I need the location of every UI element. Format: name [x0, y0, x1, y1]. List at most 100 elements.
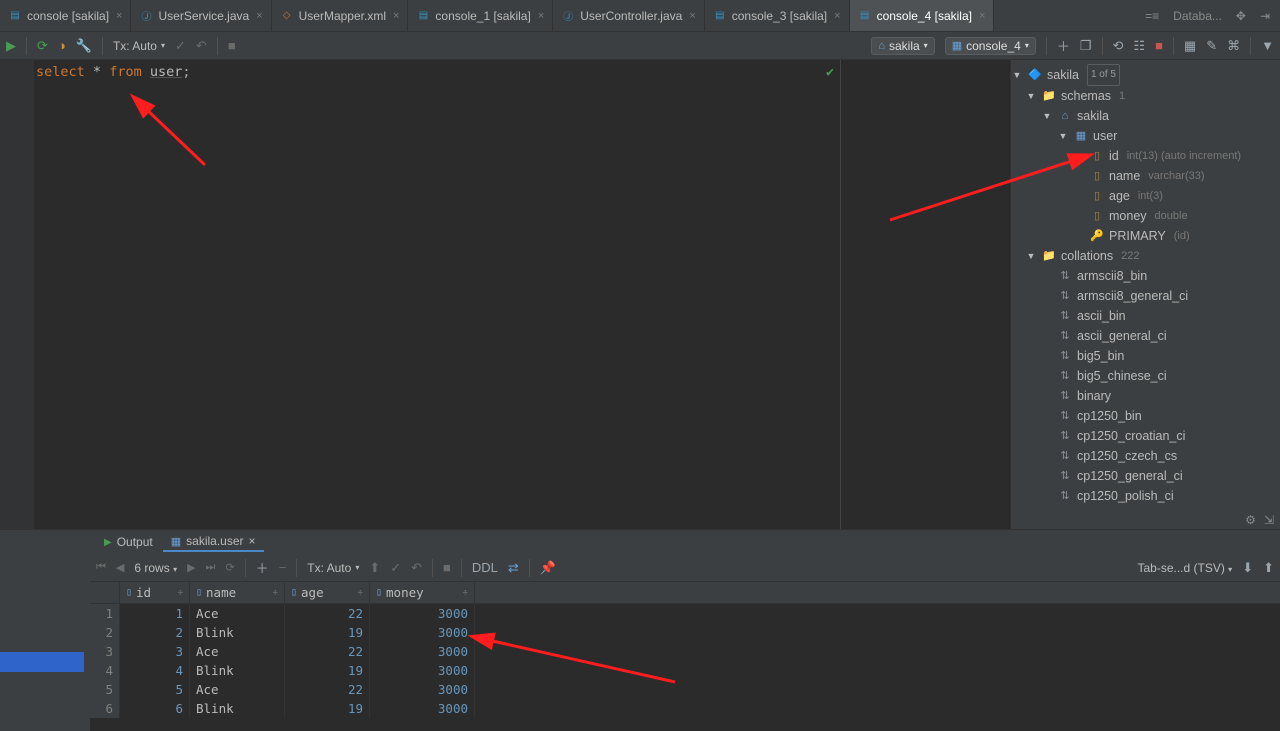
cell-id[interactable]: 5 [120, 680, 190, 699]
tree-schema[interactable]: ▼⌂sakila [1011, 106, 1280, 126]
tree-column[interactable]: ▯namevarchar(33) [1011, 166, 1280, 186]
cell-money[interactable]: 3000 [370, 680, 475, 699]
editor-tab[interactable]: ▤ console_1 [sakila] × [408, 0, 553, 31]
cell-age[interactable]: 19 [285, 699, 370, 718]
tree-schemas-folder[interactable]: ▼📁schemas1 [1011, 86, 1280, 106]
close-icon[interactable]: × [116, 10, 122, 22]
database-toolwindow-label[interactable]: Databa... [1173, 9, 1222, 23]
filter-icon[interactable]: ▼ [1261, 38, 1274, 53]
cell-age[interactable]: 19 [285, 623, 370, 642]
close-icon[interactable]: × [689, 10, 695, 22]
commit-icon[interactable]: ✓ [175, 38, 186, 54]
tree-collations-folder[interactable]: ▼📁collations222 [1011, 246, 1280, 266]
table-row[interactable]: 4 4 Blink 19 3000 [90, 661, 1280, 680]
close-icon[interactable]: × [979, 10, 985, 22]
editor-tab[interactable]: ▤ console_4 [sakila] × [850, 0, 995, 31]
commit-icon[interactable]: ✓ [390, 560, 401, 576]
add-icon[interactable]: ＋ [1057, 36, 1070, 55]
tree-collation[interactable]: ⇅armscii8_bin [1011, 266, 1280, 286]
cell-id[interactable]: 2 [120, 623, 190, 642]
grid-header-money[interactable]: ▯money÷ [370, 582, 475, 603]
tab-overflow-icon[interactable]: =≡ [1145, 9, 1159, 23]
tree-datasource[interactable]: ▼🔷sakila1 of 5 [1011, 64, 1280, 86]
pin-icon[interactable]: 📌 [540, 560, 556, 576]
close-icon[interactable]: × [256, 10, 262, 22]
close-icon[interactable]: × [834, 10, 840, 22]
cell-money[interactable]: 3000 [370, 699, 475, 718]
results-tab-table[interactable]: ▦sakila.user× [163, 532, 264, 552]
tree-collation[interactable]: ⇅binary [1011, 386, 1280, 406]
tree-collation[interactable]: ⇅ascii_general_ci [1011, 326, 1280, 346]
ddl-button[interactable]: DDL [472, 560, 498, 575]
cell-age[interactable]: 22 [285, 642, 370, 661]
run-query-button[interactable]: ▶ [6, 38, 16, 54]
gear-icon[interactable]: ⚙ [1245, 513, 1256, 527]
cell-name[interactable]: Blink [190, 699, 285, 718]
grid-header-age[interactable]: ▯age÷ [285, 582, 370, 603]
console-new-icon[interactable]: ⌘ [1227, 38, 1240, 54]
cell-id[interactable]: 6 [120, 699, 190, 718]
cell-name[interactable]: Ace [190, 642, 285, 661]
first-page-icon[interactable]: ⏮ [96, 561, 106, 574]
table-row[interactable]: 2 2 Blink 19 3000 [90, 623, 1280, 642]
table-row[interactable]: 6 6 Blink 19 3000 [90, 699, 1280, 718]
revert-icon[interactable]: ↶ [411, 560, 422, 576]
reload-icon[interactable]: ⟳ [225, 561, 234, 574]
copy-icon[interactable]: ❐ [1080, 38, 1092, 54]
cell-money[interactable]: 3000 [370, 604, 475, 623]
cell-name[interactable]: Ace [190, 680, 285, 699]
compare-icon[interactable]: ⇄ [508, 560, 519, 576]
remove-row-icon[interactable]: − [279, 560, 287, 575]
close-icon[interactable]: × [249, 534, 256, 548]
tree-collation[interactable]: ⇅big5_chinese_ci [1011, 366, 1280, 386]
tree-collation[interactable]: ⇅armscii8_general_ci [1011, 286, 1280, 306]
table-row[interactable]: 1 1 Ace 22 3000 [90, 604, 1280, 623]
edit-icon[interactable]: ✎ [1206, 38, 1217, 54]
wrench-icon[interactable]: 🔧 [76, 38, 92, 54]
rollback-icon[interactable]: ↶ [196, 38, 207, 54]
cell-name[interactable]: Ace [190, 604, 285, 623]
editor-tab[interactable]: Ⓙ UserController.java × [553, 0, 704, 31]
crosshair-icon[interactable]: ✥ [1236, 9, 1246, 23]
cell-age[interactable]: 22 [285, 680, 370, 699]
last-page-icon[interactable]: ⏭ [206, 561, 216, 574]
stop-icon[interactable]: ■ [228, 38, 236, 53]
close-icon[interactable]: × [393, 10, 399, 22]
collapse-icon[interactable]: ⇥ [1260, 9, 1270, 23]
tree-collation[interactable]: ⇅cp1250_czech_cs [1011, 446, 1280, 466]
cell-money[interactable]: 3000 [370, 623, 475, 642]
prev-page-icon[interactable]: ◀ [116, 561, 124, 574]
cell-id[interactable]: 4 [120, 661, 190, 680]
explain-icon[interactable]: ◑ [58, 38, 66, 53]
editor-tab[interactable]: ▤ console [sakila] × [0, 0, 131, 31]
close-icon[interactable]: × [538, 10, 544, 22]
tx-mode-selector[interactable]: Tx: Auto ▾ [113, 39, 165, 53]
tree-collation[interactable]: ⇅big5_bin [1011, 346, 1280, 366]
stop-session-icon[interactable]: ■ [1155, 38, 1163, 53]
next-page-icon[interactable]: ▶ [187, 561, 195, 574]
sql-editor[interactable]: ✔ select * from user; [0, 60, 840, 529]
download-icon[interactable]: ⬇ [1242, 560, 1253, 576]
editor-tab[interactable]: ◇ UserMapper.xml × [272, 0, 409, 31]
tree-column[interactable]: ▯idint(13) (auto increment) [1011, 146, 1280, 166]
diff-icon[interactable]: ☷ [1133, 38, 1145, 54]
submit-icon[interactable]: ⬆ [369, 560, 380, 576]
editor-tab[interactable]: ▤ console_3 [sakila] × [705, 0, 850, 31]
tree-table-user[interactable]: ▼▦user [1011, 126, 1280, 146]
cell-age[interactable]: 19 [285, 661, 370, 680]
tree-collation[interactable]: ⇅cp1250_bin [1011, 406, 1280, 426]
rows-count[interactable]: 6 rows ▾ [134, 561, 177, 575]
editor-tab[interactable]: Ⓙ UserService.java × [131, 0, 271, 31]
results-grid[interactable]: ▯id÷ ▯name÷ ▯age÷ ▯money÷ 1 1 Ace 22 300… [90, 582, 1280, 731]
tree-column[interactable]: ▯ageint(3) [1011, 186, 1280, 206]
schema-selector[interactable]: ⌂sakila ▾ [871, 37, 934, 55]
grid-corner[interactable] [90, 582, 120, 603]
cell-money[interactable]: 3000 [370, 642, 475, 661]
cell-age[interactable]: 22 [285, 604, 370, 623]
results-tab-output[interactable]: ▶Output [96, 533, 161, 551]
refresh-icon[interactable]: ⟲ [1113, 38, 1124, 54]
cell-id[interactable]: 1 [120, 604, 190, 623]
add-row-icon[interactable]: ＋ [256, 558, 269, 577]
history-icon[interactable]: ⟳ [37, 38, 48, 54]
console-selector[interactable]: ▦console_4 ▾ [945, 37, 1036, 55]
